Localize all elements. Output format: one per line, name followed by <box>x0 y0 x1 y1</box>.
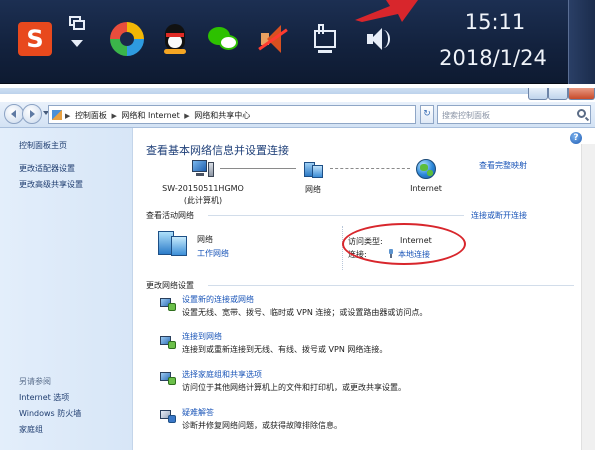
connect-disconnect-link[interactable]: 连接或断开连接 <box>471 210 527 221</box>
connect-to-network-link[interactable]: 连接到网络 <box>182 331 222 342</box>
breadcrumb: ▶ 控制面板 ▶ 网络和 Internet ▶ 网络和共享中心 <box>65 110 252 121</box>
chevron-right-icon[interactable]: ▶ <box>65 112 70 120</box>
search-icon[interactable] <box>577 109 586 118</box>
this-computer-label: (此计算机) <box>183 196 223 205</box>
vertical-scrollbar[interactable] <box>581 144 595 450</box>
show-desktop-button[interactable] <box>568 0 595 84</box>
internet-globe-icon[interactable] <box>416 159 436 179</box>
work-network-icon[interactable] <box>158 231 188 257</box>
homegroup-link[interactable]: 家庭组 <box>19 424 43 435</box>
breadcrumb-network-sharing-center[interactable]: 网络和共享中心 <box>194 111 250 120</box>
qq-icon[interactable] <box>158 22 192 56</box>
internet-label: Internet <box>410 184 442 193</box>
network-icon[interactable] <box>302 160 324 178</box>
map-connector-line <box>220 168 296 169</box>
homegroup-sharing-icon[interactable] <box>160 370 176 386</box>
colorful-ball-icon[interactable] <box>110 22 144 56</box>
taskbar: S 15:11 2018/1/24 <box>0 0 595 84</box>
setup-new-connection-link[interactable]: 设置新的连接或网络 <box>182 294 254 305</box>
maximize-button[interactable] <box>548 88 568 100</box>
main-content: ? 查看基本网络信息并设置连接 查看完整映射 SW-20150511HGMO (… <box>134 128 595 450</box>
search-input[interactable]: 搜索控制面板 <box>437 105 591 124</box>
chevron-right-icon[interactable]: ▶ <box>184 112 189 120</box>
connect-network-icon[interactable] <box>160 334 176 350</box>
breadcrumb-network-internet[interactable]: 网络和 Internet <box>121 111 179 120</box>
switch-windows-icon[interactable] <box>65 14 87 54</box>
speaker-muted-icon[interactable] <box>256 22 290 56</box>
address-bar[interactable]: ▶ 控制面板 ▶ 网络和 Internet ▶ 网络和共享中心 <box>48 105 459 124</box>
task-description: 设置无线、宽带、拨号、临时或 VPN 连接；或设置路由器或访问点。 <box>182 308 428 317</box>
wechat-icon[interactable] <box>206 22 240 56</box>
control-panel-icon <box>52 110 62 120</box>
troubleshoot-icon[interactable] <box>160 408 176 424</box>
task-description: 诊断并修复网络问题，或获得故障排除信息。 <box>182 421 342 430</box>
change-advanced-sharing-link[interactable]: 更改高级共享设置 <box>19 179 83 190</box>
computer-name-label: SW-20150511HGMO <box>162 184 244 193</box>
internet-options-link[interactable]: Internet 选项 <box>19 392 69 403</box>
task-description: 连接到或重新连接到无线、有线、拨号或 VPN 网络连接。 <box>182 345 388 354</box>
clock-time[interactable]: 15:11 <box>440 10 550 34</box>
windows-firewall-link[interactable]: Windows 防火墙 <box>19 408 81 419</box>
new-connection-icon[interactable] <box>160 296 176 312</box>
see-also-heading: 另请参阅 <box>19 377 51 386</box>
network-map: SW-20150511HGMO (此计算机) 网络 Internet <box>134 158 574 210</box>
red-annotation-ellipse <box>342 223 466 265</box>
breadcrumb-control-panel[interactable]: 控制面板 <box>75 111 107 120</box>
volume-icon[interactable] <box>362 22 396 56</box>
homegroup-sharing-link[interactable]: 选择家庭组和共享选项 <box>182 369 262 380</box>
network-sharing-center-window: ▶ 控制面板 ▶ 网络和 Internet ▶ 网络和共享中心 ↻ 搜索控制面板… <box>0 88 595 450</box>
network-type-link[interactable]: 工作网络 <box>197 248 229 259</box>
network-label: 网络 <box>305 185 321 194</box>
network-tray-icon[interactable] <box>308 22 342 56</box>
red-annotation-arrow-icon <box>355 0 418 22</box>
sogou-input-icon[interactable]: S <box>18 22 52 56</box>
clock-date[interactable]: 2018/1/24 <box>418 46 568 70</box>
control-panel-home-link[interactable]: 控制面板主页 <box>19 140 67 151</box>
section-divider <box>208 285 574 286</box>
minimize-button[interactable] <box>528 88 548 100</box>
window-controls <box>528 88 595 100</box>
computer-icon <box>192 160 214 178</box>
task-description: 访问位于其他网络计算机上的文件和打印机，或更改共享设置。 <box>182 383 406 392</box>
active-network-name: 网络 <box>197 235 213 244</box>
back-button[interactable] <box>4 104 24 124</box>
troubleshoot-link[interactable]: 疑难解答 <box>182 407 214 418</box>
change-settings-heading: 更改网络设置 <box>146 281 194 290</box>
navigation-bar: ▶ 控制面板 ▶ 网络和 Internet ▶ 网络和共享中心 ↻ 搜索控制面板 <box>0 102 595 128</box>
close-button[interactable] <box>568 88 595 100</box>
search-placeholder: 搜索控制面板 <box>442 111 490 120</box>
refresh-button[interactable]: ↻ <box>420 105 434 124</box>
change-adapter-settings-link[interactable]: 更改适配器设置 <box>19 163 75 174</box>
active-networks-heading: 查看活动网络 <box>146 211 194 220</box>
map-connector-line <box>330 168 410 169</box>
section-divider <box>208 215 464 216</box>
left-task-pane: 控制面板主页 更改适配器设置 更改高级共享设置 另请参阅 Internet 选项… <box>0 128 133 450</box>
chevron-right-icon[interactable]: ▶ <box>111 112 116 120</box>
page-title: 查看基本网络信息并设置连接 <box>146 144 289 157</box>
forward-button[interactable] <box>22 104 42 124</box>
title-bar <box>0 88 595 94</box>
help-icon[interactable]: ? <box>570 132 582 144</box>
